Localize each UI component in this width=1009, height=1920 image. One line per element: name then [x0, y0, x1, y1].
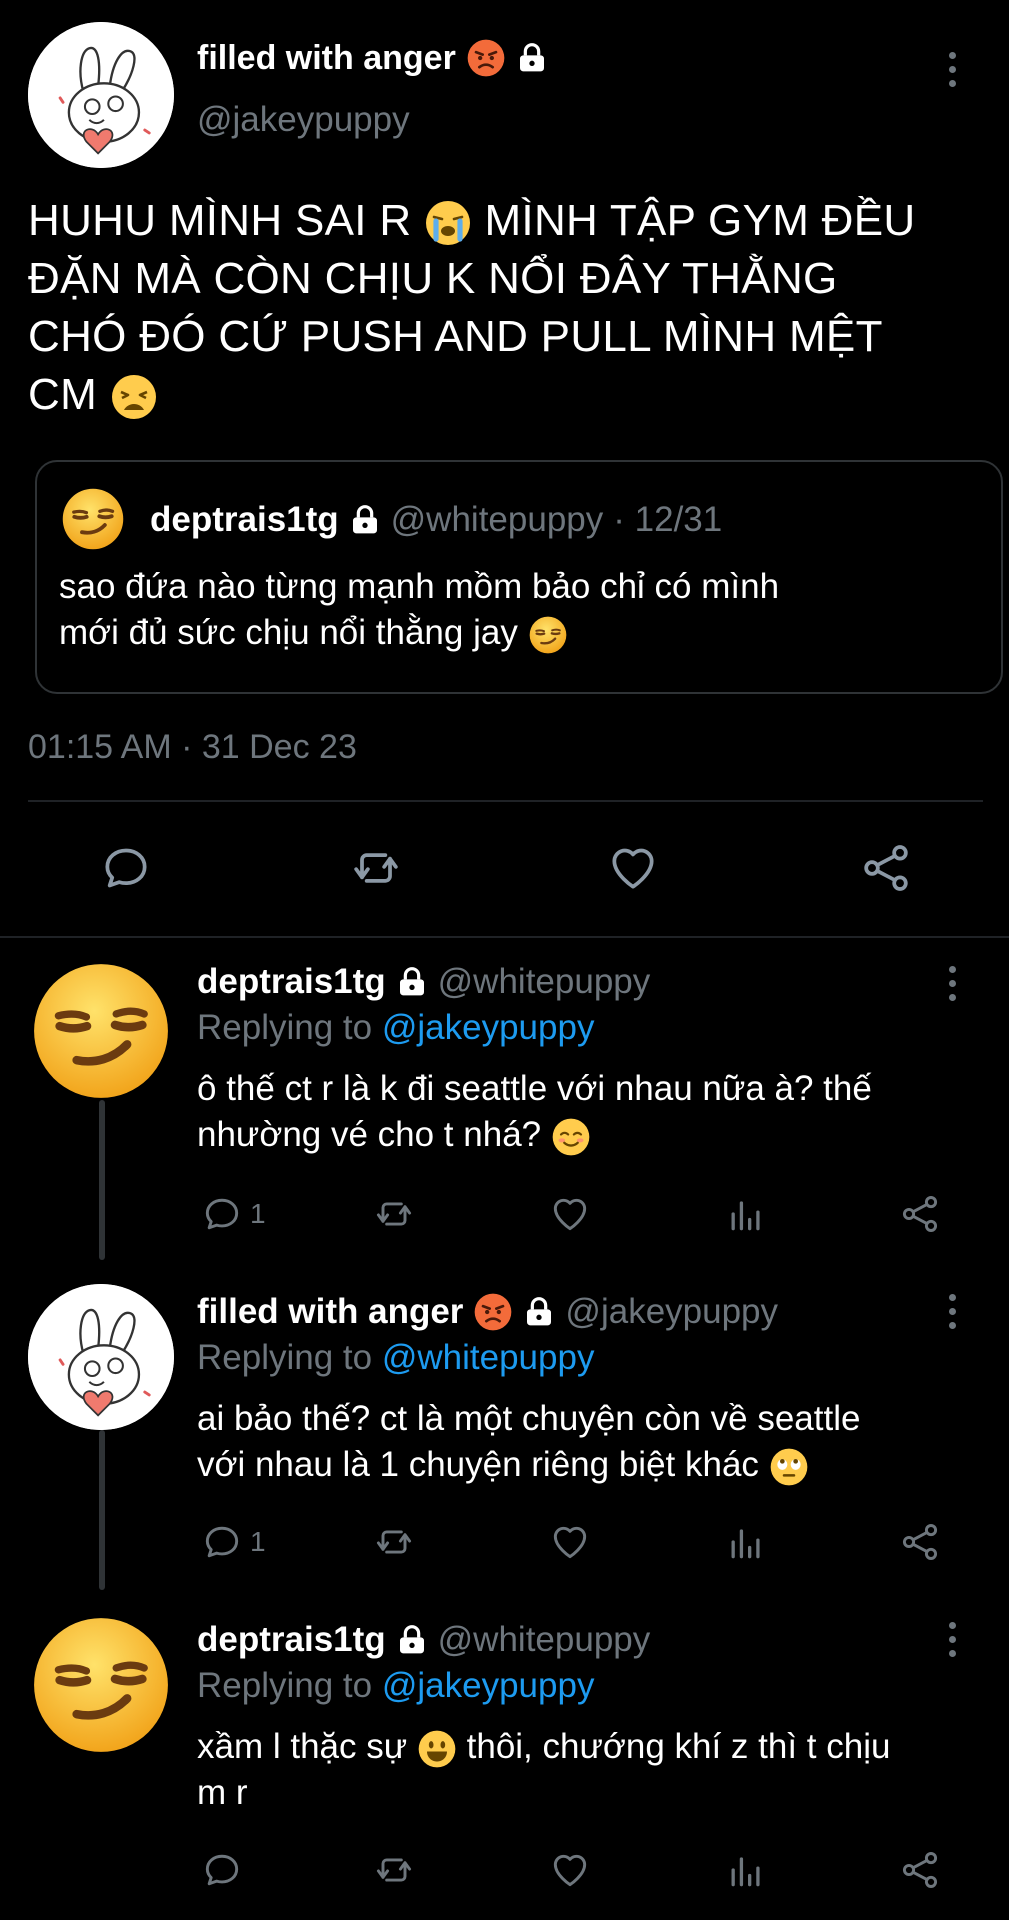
bunny-avatar-icon [28, 22, 174, 168]
reply-icon[interactable] [200, 1192, 244, 1236]
handle[interactable]: @whitepuppy [438, 1620, 651, 1660]
quote-header: deptrais1tg @whitepuppy · 12/31 [150, 500, 722, 540]
retweet-icon[interactable] [372, 1848, 416, 1892]
thread-line [99, 1100, 105, 1260]
smiley-face-icon [417, 1729, 457, 1769]
reply-icon[interactable] [200, 1520, 244, 1564]
reply-action[interactable]: 1 [200, 1192, 266, 1236]
retweet-icon[interactable] [372, 1520, 416, 1564]
display-name[interactable]: deptrais1tg [197, 962, 386, 1002]
replying-to: Replying to @jakeypuppy [197, 1666, 595, 1705]
avatar[interactable] [28, 1284, 174, 1430]
lock-icon [523, 1296, 555, 1328]
avatar[interactable] [28, 22, 174, 168]
handle[interactable]: @jakeypuppy [565, 1292, 778, 1332]
thread-line [99, 1430, 105, 1590]
lock-icon [396, 1624, 428, 1656]
lock-icon [396, 966, 428, 998]
reply-icon[interactable] [200, 1848, 244, 1892]
quoted-tweet[interactable]: deptrais1tg @whitepuppy · 12/31 sao đứa … [35, 460, 1003, 694]
reply-text: ô thế ct r là k đi seattle với nhau nữa … [197, 1066, 872, 1158]
reply-text: ai bảo thế? ct là một chuyện còn về seat… [197, 1396, 860, 1488]
share-icon[interactable] [898, 1520, 942, 1564]
mention-link[interactable]: @whitepuppy [382, 1338, 595, 1377]
retweet-icon[interactable] [348, 840, 404, 896]
more-vertical-icon[interactable] [949, 966, 956, 1001]
smirk-avatar-icon [60, 486, 126, 552]
bunny-avatar-icon [28, 1284, 174, 1430]
weary-face-icon [110, 373, 158, 421]
display-name[interactable]: filled with anger [197, 39, 456, 78]
timestamp[interactable]: 01:15 AM · 31 Dec 23 [28, 728, 357, 767]
mention-link[interactable]: @jakeypuppy [382, 1008, 595, 1047]
handle[interactable]: @jakeypuppy [197, 100, 410, 140]
rolling-eyes-icon [769, 1447, 809, 1487]
reply-header: deptrais1tg @whitepuppy [197, 1620, 650, 1660]
more-vertical-icon[interactable] [949, 1294, 956, 1329]
replying-to: Replying to @whitepuppy [197, 1338, 595, 1377]
quote-text: sao đứa nào từng mạnh mồm bảo chỉ có mìn… [59, 564, 779, 656]
heart-icon[interactable] [548, 1192, 592, 1236]
angry-face-icon [473, 1292, 513, 1332]
smirk-avatar-icon[interactable] [28, 958, 174, 1104]
author-header: filled with anger [197, 38, 548, 78]
reply-action[interactable]: 1 [200, 1520, 266, 1564]
share-icon[interactable] [898, 1848, 942, 1892]
smiling-blush-icon [551, 1117, 591, 1157]
reply-header: deptrais1tg @whitepuppy [197, 962, 650, 1002]
analytics-icon[interactable] [724, 1520, 768, 1564]
heart-icon[interactable] [548, 1520, 592, 1564]
display-name[interactable]: deptrais1tg [197, 1620, 386, 1660]
reply-count: 1 [250, 1198, 266, 1229]
replying-to: Replying to @jakeypuppy [197, 1008, 595, 1047]
quote-date: · 12/31 [613, 500, 723, 539]
lock-icon [349, 504, 381, 536]
more-vertical-icon[interactable] [949, 52, 956, 87]
quote-handle: @whitepuppy [390, 500, 604, 539]
crying-face-icon [424, 199, 472, 247]
more-vertical-icon[interactable] [949, 1622, 956, 1657]
analytics-icon[interactable] [724, 1848, 768, 1892]
quote-display-name: deptrais1tg [150, 500, 339, 539]
divider [0, 936, 1009, 938]
reply-count: 1 [250, 1526, 266, 1557]
smirk-avatar-icon[interactable] [28, 1612, 174, 1758]
tweet-text: HUHU MÌNH SAI R MÌNH TẬP GYM ĐỀU ĐẶN MÀ … [28, 192, 1003, 424]
reply-text: xầm l thặc sự thôi, chướng khí z thì t c… [197, 1727, 891, 1812]
display-name[interactable]: filled with anger [197, 1292, 463, 1332]
reply-icon[interactable] [98, 840, 154, 896]
analytics-icon[interactable] [724, 1192, 768, 1236]
smirk-face-icon [528, 615, 568, 655]
share-icon[interactable] [858, 840, 914, 896]
handle[interactable]: @whitepuppy [438, 962, 651, 1002]
heart-icon[interactable] [548, 1848, 592, 1892]
heart-icon[interactable] [605, 840, 661, 896]
share-icon[interactable] [898, 1192, 942, 1236]
angry-face-icon [466, 38, 506, 78]
retweet-icon[interactable] [372, 1192, 416, 1236]
divider [28, 800, 983, 802]
mention-link[interactable]: @jakeypuppy [382, 1666, 595, 1705]
reply-header: filled with anger @jakeypuppy [197, 1292, 778, 1332]
lock-icon [516, 42, 548, 74]
